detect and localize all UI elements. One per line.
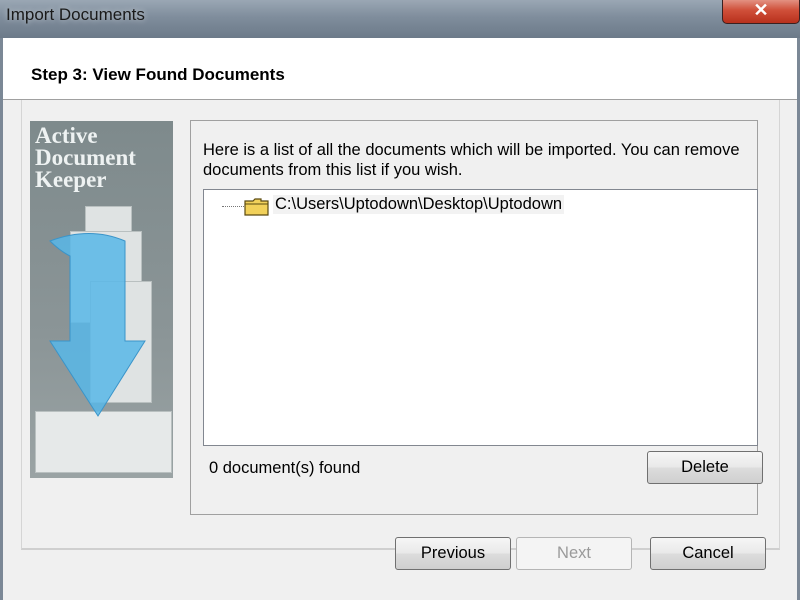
close-icon: ✕: [753, 0, 769, 20]
folder-icon: [244, 198, 269, 216]
documents-panel: Here is a list of all the documents whic…: [190, 120, 763, 515]
description-text: Here is a list of all the documents whic…: [203, 141, 740, 179]
title-bar[interactable]: Import Documents ✕: [0, 0, 800, 38]
documents-found-count: 0 document(s) found: [209, 459, 361, 477]
window-title: Import Documents: [6, 5, 145, 24]
step-title: Step 3: View Found Documents: [31, 65, 285, 84]
cancel-button[interactable]: Cancel: [650, 537, 766, 570]
previous-button[interactable]: Previous: [395, 537, 511, 570]
side-image-title: Active Document Keeper: [35, 123, 136, 192]
tree-connector: [222, 206, 244, 207]
next-button[interactable]: Next: [516, 537, 632, 570]
download-arrow-icon: [49, 233, 146, 417]
tree-item-label[interactable]: C:\Users\Uptodown\Desktop\Uptodown: [273, 195, 565, 214]
dialog-client-area: Step 3: View Found Documents Active Docu…: [3, 38, 797, 600]
wizard-header: Step 3: View Found Documents: [3, 38, 797, 100]
wizard-side-image: Active Document Keeper: [30, 121, 173, 478]
documents-tree-list[interactable]: C:\Users\Uptodown\Desktop\Uptodown: [203, 189, 758, 446]
delete-button[interactable]: Delete: [647, 451, 763, 484]
close-button[interactable]: ✕: [722, 0, 800, 24]
